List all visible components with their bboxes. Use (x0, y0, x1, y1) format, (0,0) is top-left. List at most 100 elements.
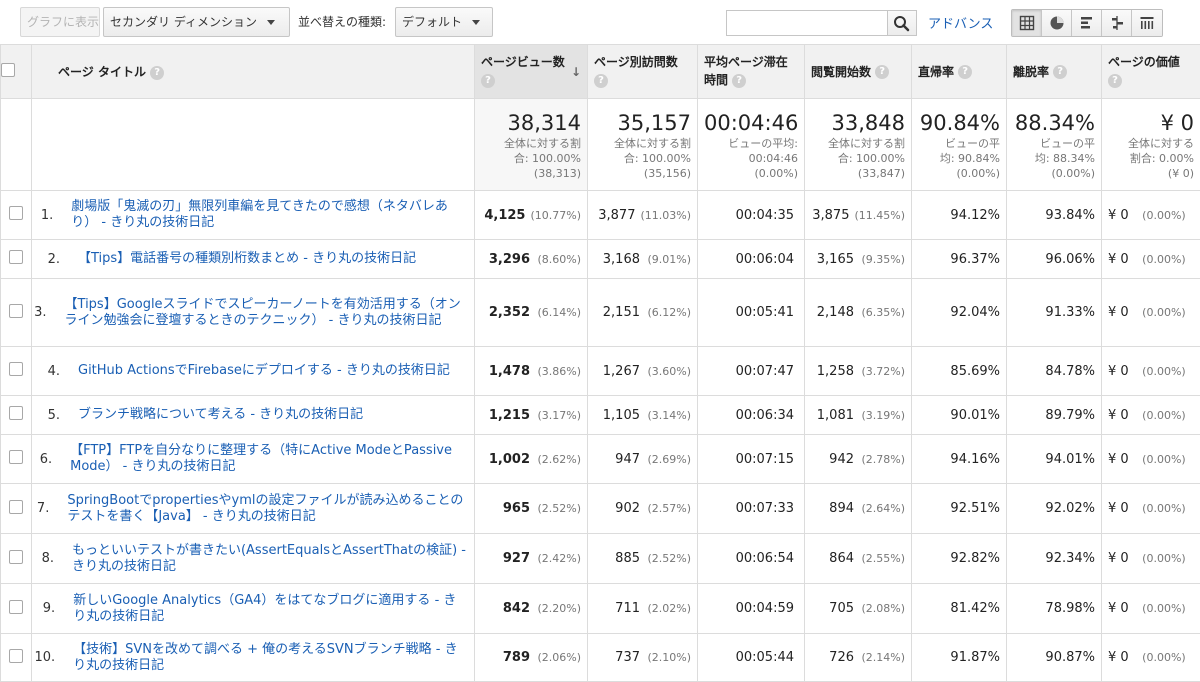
cell-avg-time: 00:06:04 (697, 239, 805, 279)
help-icon[interactable]: ? (150, 65, 165, 80)
total-value: ¥ 0 (1160, 111, 1194, 135)
row-checkbox[interactable] (9, 549, 23, 564)
total-value: 33,848 (831, 111, 905, 135)
sort-type-dropdown[interactable]: デフォルト (395, 7, 493, 37)
percent: (0.00%) (1142, 452, 1186, 466)
value: 78.98% (1045, 601, 1095, 616)
cell-avg-time: 00:06:54 (697, 533, 805, 584)
value: 927 (502, 551, 530, 566)
total-bounce-rate: 90.84% ビューの平 均: 90.84% (0.00%) (911, 98, 1007, 191)
column-header-page-title[interactable]: ページ タイトル ? (31, 44, 475, 99)
column-header-pageviews[interactable]: ページビュー数? ↓ (474, 44, 588, 99)
total-pageviews: 38,314 全体に対する割 合: 100.00% (38,313) (474, 98, 588, 191)
cell-bounce-rate: 91.87% (911, 633, 1007, 682)
percent: (3.72%) (861, 364, 905, 378)
column-header-entrances[interactable]: 閲覧開始数 ? (804, 44, 912, 99)
row-index: 1. (40, 207, 54, 223)
cell-exit-rate: 94.01% (1006, 434, 1102, 484)
column-header-avg-time[interactable]: 平均ページ滞在時間 ? (697, 44, 805, 99)
value: 90.87% (1045, 650, 1095, 665)
column-header-unique-pageviews[interactable]: ページ別訪問数? (587, 44, 698, 99)
search-button[interactable] (887, 10, 917, 36)
row-checkbox[interactable] (9, 499, 23, 514)
pie-view-button[interactable] (1042, 10, 1072, 36)
help-icon[interactable]: ? (875, 65, 890, 79)
page-title-link[interactable]: GitHub ActionsでFirebaseにデプロイする - きり丸の技術日… (74, 363, 458, 379)
page-title-link[interactable]: 劇場版「鬼滅の刃」無限列車編を見てきたので感想（ネタバレあり） - きり丸の技術… (67, 199, 474, 231)
page-title-link[interactable]: もっといいテストが書きたい(AssertEqualsとAssertThatの検証… (68, 543, 474, 575)
page-title-link[interactable]: SpringBootでpropertiesやymlの設定ファイルが読み込めること… (63, 493, 474, 525)
column-header-bounce-rate[interactable]: 直帰率 ? (911, 44, 1007, 99)
advanced-search-link[interactable]: アドバンス (928, 13, 993, 32)
value: 942 (829, 451, 854, 467)
row-checkbox[interactable] (9, 303, 23, 318)
total-sub: 全体に対する割 (828, 137, 905, 150)
value: 85.69% (950, 363, 1000, 379)
table-row: 1. 劇場版「鬼滅の刃」無限列車編を見てきたので感想（ネタバレあり） - きり丸… (0, 190, 1200, 240)
comparison-view-button[interactable] (1102, 10, 1132, 36)
help-icon[interactable]: ? (732, 73, 747, 88)
table-row: 6. 【FTP】FTPを自分なりに整理する（特にActive ModeとPass… (0, 434, 1200, 484)
value: 84.78% (1045, 363, 1095, 379)
chevron-down-icon (266, 20, 275, 25)
row-checkbox[interactable] (9, 648, 23, 663)
value: 93.84% (1045, 207, 1095, 223)
row-index: 10. (34, 650, 56, 665)
page-title-link[interactable]: 【Tips】Googleスライドでスピーカーノートを有効活用する（オンライン勉強… (61, 297, 474, 329)
help-icon[interactable]: ? (594, 73, 608, 88)
chevron-down-icon (472, 20, 481, 25)
row-checkbox[interactable] (9, 362, 23, 376)
page-title-link[interactable]: 新しいGoogle Analytics（GA4）をはてなブログに適用する - き… (69, 593, 474, 625)
cell-unique-pageviews: 3,877 (11.03%) (587, 190, 698, 240)
value: 726 (829, 650, 854, 665)
value: ¥ 0 (1108, 501, 1129, 516)
cell-unique-pageviews: 902 (2.57%) (587, 483, 698, 534)
row-checkbox[interactable] (9, 599, 23, 614)
total-sub: ビューの平均: (728, 137, 798, 150)
table-view-button[interactable] (1012, 10, 1042, 36)
row-index: 3. (34, 305, 47, 320)
row-title-cell: 2. 【Tips】電話番号の種類別桁数まとめ - きり丸の技術日記 (31, 239, 475, 279)
row-index: 5. (47, 407, 60, 423)
value: 864 (829, 551, 854, 566)
page-title-link[interactable]: 【技術】SVNを改めて調べる + 俺の考えるSVNブランチ戦略 - きり丸の技術… (69, 642, 474, 674)
row-checkbox[interactable] (9, 250, 23, 264)
total-value: 38,314 (507, 111, 581, 135)
total-value: 88.34% (1014, 111, 1095, 135)
search-input[interactable] (726, 10, 888, 36)
row-checkbox[interactable] (9, 206, 23, 220)
total-sub: (0.00%) (1051, 167, 1095, 180)
select-all-checkbox[interactable] (1, 63, 15, 77)
page-title-link[interactable]: 【Tips】電話番号の種類別桁数まとめ - きり丸の技術日記 (74, 251, 424, 267)
value: 96.06% (1045, 251, 1095, 267)
report-table: ページ タイトル ? ページビュー数? ↓ ページ別訪問数? 平均ページ滞在時間… (0, 44, 1200, 682)
cell-entrances: 2,148 (6.35%) (804, 278, 912, 347)
pivot-view-button[interactable] (1132, 10, 1162, 36)
column-header-page-value[interactable]: ページの価値? (1101, 44, 1200, 99)
secondary-dimension-dropdown[interactable]: セカンダリ ディメンション (103, 7, 290, 37)
value: 90.01% (950, 407, 1000, 423)
total-sub: 全体に対する (1128, 137, 1194, 150)
row-checkbox[interactable] (9, 406, 23, 420)
totals-empty-cell (0, 98, 32, 191)
value: 91.33% (1045, 305, 1095, 320)
value: 92.51% (950, 501, 1000, 516)
row-select-cell (0, 278, 32, 347)
help-icon[interactable]: ? (1108, 73, 1122, 88)
row-checkbox[interactable] (9, 450, 23, 464)
value: 94.01% (1045, 451, 1095, 467)
value: 1,105 (602, 407, 640, 423)
help-icon[interactable]: ? (1053, 65, 1068, 79)
plot-rows-button[interactable]: グラフに表示 (20, 7, 100, 37)
percent: (0.00%) (1142, 602, 1186, 615)
page-title-link[interactable]: ブランチ戦略について考える - きり丸の技術日記 (74, 407, 371, 423)
help-icon[interactable]: ? (481, 73, 495, 88)
total-value: 35,157 (617, 111, 691, 135)
value: 947 (615, 451, 640, 467)
column-header-exit-rate[interactable]: 離脱率 ? (1006, 44, 1102, 99)
row-select-cell (0, 633, 32, 682)
cell-entrances: 894 (2.64%) (804, 483, 912, 534)
page-title-link[interactable]: 【FTP】FTPを自分なりに整理する（特にActive ModeとPassive… (66, 443, 474, 475)
performance-view-button[interactable] (1072, 10, 1102, 36)
help-icon[interactable]: ? (958, 65, 973, 79)
